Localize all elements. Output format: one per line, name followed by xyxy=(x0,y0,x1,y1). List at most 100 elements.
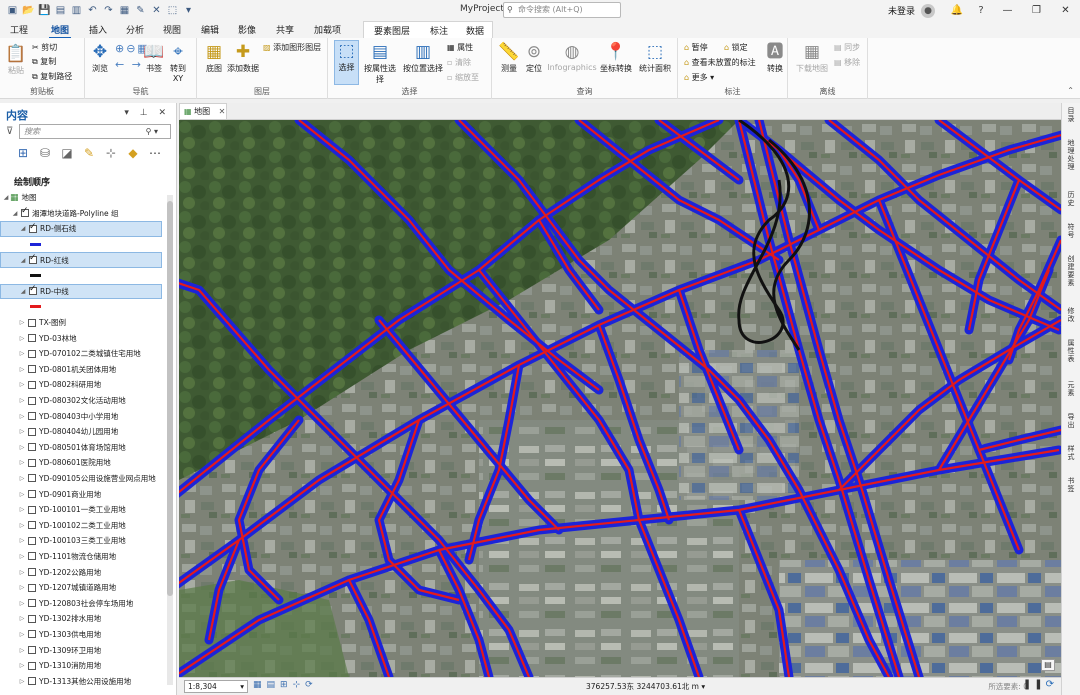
expand-icon[interactable]: ◢ xyxy=(19,288,27,295)
expand-icon[interactable]: ▷ xyxy=(18,631,26,638)
remove-offline-button[interactable]: ▤ 移除 xyxy=(834,57,860,68)
coordinate-conversion-button[interactable]: 📍 坐标转换 xyxy=(598,42,634,74)
expand-icon[interactable]: ▷ xyxy=(18,615,26,622)
grid-icon[interactable]: ▦ xyxy=(253,680,262,690)
layer-visibility-checkbox[interactable] xyxy=(28,318,36,327)
save-icon[interactable]: 💾 xyxy=(38,4,51,17)
layer-row[interactable]: ▷ YD-080302文化活动用地 xyxy=(0,393,165,409)
layer-row[interactable]: ▷ YD-120803社会停车场用地 xyxy=(0,595,165,611)
help-button[interactable]: ? xyxy=(969,5,993,16)
layer-row[interactable]: ▷ YD-070102二类城镇住宅用地 xyxy=(0,346,165,362)
attributes-button[interactable]: ▦ 属性 xyxy=(447,42,473,53)
tab-map[interactable]: 地图 xyxy=(48,23,72,39)
layer-visibility-checkbox[interactable] xyxy=(28,396,36,405)
layer-row[interactable]: ▷ YD-100101一类工业用地 xyxy=(0,502,165,518)
layer-visibility-checkbox[interactable] xyxy=(28,552,36,561)
layer-visibility-checkbox[interactable] xyxy=(28,412,36,421)
select-by-location-button[interactable]: ▥ 按位置选择 xyxy=(402,42,444,74)
expand-icon[interactable]: ▷ xyxy=(18,600,26,607)
dock-tab[interactable]: 创建要素 xyxy=(1065,255,1077,287)
layer-row[interactable]: ▷ YD-1101物流仓储用地 xyxy=(0,549,165,565)
add-graphics-layer-button[interactable]: ▨ 添加图形图层 xyxy=(263,42,321,53)
layer-visibility-checkbox[interactable] xyxy=(28,646,36,655)
print-icon[interactable]: ▥ xyxy=(70,4,83,17)
expand-icon[interactable]: ▷ xyxy=(18,381,26,388)
more-labeling-button[interactable]: ⌂ 更多 ▾ xyxy=(684,72,714,83)
contents-scrollbar[interactable] xyxy=(167,195,173,685)
layer-row[interactable]: ▷ YD-090105公用设施营业网点用地 xyxy=(0,471,165,487)
expand-icon[interactable]: ▷ xyxy=(18,475,26,482)
extent-icon[interactable]: ⊞ xyxy=(280,680,288,690)
sync-button[interactable]: ▤ 同步 xyxy=(834,42,860,53)
expand-icon[interactable]: ◢ xyxy=(19,257,27,264)
cut-button[interactable]: ✂ 剪切 xyxy=(32,42,57,53)
layer-row[interactable]: ▷ YD-100102二类工业用地 xyxy=(0,517,165,533)
more-options-icon[interactable]: ⋯ xyxy=(148,146,162,160)
map-tab[interactable]: ▦ 地图 ✕ xyxy=(179,103,227,119)
layer-visibility-checkbox[interactable] xyxy=(28,474,36,483)
close-window-button[interactable]: ✕ xyxy=(1051,5,1080,16)
layer-row[interactable]: ▷ YD-080404幼儿园用地 xyxy=(0,424,165,440)
nav-arrows[interactable]: ← → xyxy=(115,58,143,71)
layer-row[interactable]: ▷ YD-1302排水用地 xyxy=(0,611,165,627)
statistics-area-button[interactable]: ⬚ 统计面积 xyxy=(637,42,673,74)
layer-row[interactable]: ▷ YD-1207城镇道路用地 xyxy=(0,580,165,596)
layer-visibility-checkbox[interactable] xyxy=(28,427,36,436)
minimize-button[interactable]: — xyxy=(993,5,1022,16)
convert-labels-button[interactable]: 🅰 转换 xyxy=(764,42,786,74)
layer-visibility-checkbox[interactable] xyxy=(28,583,36,592)
tab-labeling[interactable]: 标注 xyxy=(430,24,448,37)
layer-visibility-checkbox[interactable] xyxy=(29,253,37,265)
layer-row[interactable]: ▷ YD-100103三类工业用地 xyxy=(0,533,165,549)
layer-row[interactable]: ▷ YD-0802科研用地 xyxy=(0,377,165,393)
expand-icon[interactable]: ▷ xyxy=(18,647,26,654)
dock-tab[interactable]: 目录 xyxy=(1065,107,1077,123)
new-project-icon[interactable]: ▤ xyxy=(54,4,67,17)
chat-icon[interactable]: ▤ xyxy=(1041,659,1055,671)
layer-visibility-checkbox[interactable] xyxy=(28,458,36,467)
contents-search-input[interactable]: 搜索 ⚲ ▾ xyxy=(19,124,171,139)
expand-icon[interactable]: ▷ xyxy=(18,662,26,669)
dock-tab[interactable]: 元素 xyxy=(1065,381,1077,397)
layer-visibility-checkbox[interactable] xyxy=(28,443,36,452)
list-by-selection-icon[interactable]: ◪ xyxy=(60,146,74,160)
filter-icon[interactable]: ⊽ xyxy=(6,126,13,137)
expand-icon[interactable]: ▷ xyxy=(18,678,26,685)
map-svg[interactable] xyxy=(179,120,1061,677)
layer-row[interactable]: ▷ YD-1202公路用地 xyxy=(0,564,165,580)
expand-icon[interactable]: ▷ xyxy=(18,413,26,420)
scrollbar-thumb[interactable] xyxy=(167,201,173,596)
expand-icon[interactable]: ▷ xyxy=(18,506,26,513)
layer-visibility-checkbox[interactable] xyxy=(28,568,36,577)
dock-tab[interactable]: 样式 xyxy=(1065,445,1077,461)
copy-path-button[interactable]: ⧉ 复制路径 xyxy=(32,71,72,82)
open-folder-icon[interactable]: 📂 xyxy=(22,4,35,17)
avatar[interactable]: ● xyxy=(921,3,935,18)
tab-view[interactable]: 视图 xyxy=(163,23,181,36)
list-by-snapping-icon[interactable]: ⊹ xyxy=(104,146,118,160)
layer-row[interactable]: ▷ YD-1310消防用地 xyxy=(0,658,165,674)
layer-row[interactable]: ▷ TX-图例 xyxy=(0,315,165,331)
collapse-ribbon-icon[interactable]: ⌃ xyxy=(1067,86,1074,95)
layer-row[interactable]: ▷ YD-080403中小学用地 xyxy=(0,408,165,424)
expand-icon[interactable]: ▷ xyxy=(18,335,26,342)
layer-row[interactable]: ▷ YD-080601医院用地 xyxy=(0,455,165,471)
group-layer[interactable]: ◢ 湘潭地块道路-Polyline 组 xyxy=(0,206,165,222)
layer-visibility-checkbox[interactable] xyxy=(28,630,36,639)
layer-row[interactable]: ▷ YD-1303供电用地 xyxy=(0,627,165,643)
discard-icon[interactable]: ✕ xyxy=(150,4,163,17)
layer-visibility-checkbox[interactable] xyxy=(28,521,36,530)
command-search-input[interactable]: ⚲ 命令搜索 (Alt+Q) xyxy=(503,2,621,18)
sublayer-row[interactable]: ◢ RD-红线 xyxy=(0,252,162,268)
tab-feature-layer[interactable]: 要素图层 xyxy=(374,24,410,37)
tab-imagery[interactable]: 影像 xyxy=(238,23,256,36)
expand-icon[interactable]: ▷ xyxy=(18,553,26,560)
expand-icon[interactable]: ▷ xyxy=(18,366,26,373)
map-node[interactable]: ◢ ▦ 地图 xyxy=(0,190,165,206)
expand-icon[interactable]: ▷ xyxy=(18,397,26,404)
locate-button[interactable]: ⊚ 定位 xyxy=(522,42,546,74)
dock-tab[interactable]: 历史 xyxy=(1065,191,1077,207)
download-map-button[interactable]: ▦ 下载地图 xyxy=(796,42,828,74)
layer-visibility-checkbox[interactable] xyxy=(29,222,37,233)
layer-visibility-checkbox[interactable] xyxy=(28,334,36,343)
